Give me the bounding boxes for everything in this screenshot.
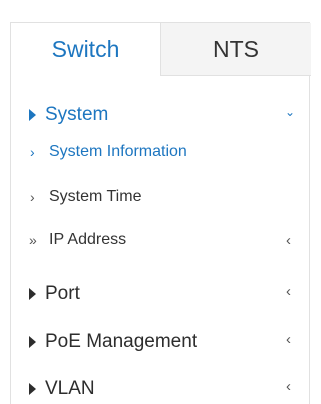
sidebar-item-port-label: Port — [45, 283, 80, 304]
chevron-left-icon: ‹ — [286, 378, 291, 395]
navigation-panel: Switch NTS System ⌄ › System Information… — [0, 0, 321, 404]
sidebar-menu: System ⌄ › System Information › System T… — [10, 76, 310, 404]
tab-bar: Switch NTS — [10, 22, 311, 76]
sidebar-subitem-system-time-label: System Time — [49, 188, 142, 205]
chevron-left-icon: ‹ — [286, 283, 291, 300]
sidebar-item-vlan[interactable]: VLAN ‹ — [11, 376, 309, 402]
sidebar-item-port[interactable]: Port ‹ — [11, 281, 309, 307]
tab-switch[interactable]: Switch — [11, 23, 161, 76]
chevron-left-icon: ‹ — [286, 331, 291, 348]
chevron-right-icon: › — [30, 144, 35, 160]
tab-nts-label: NTS — [213, 35, 259, 62]
triangle-right-icon — [29, 288, 36, 300]
sidebar-item-system[interactable]: System ⌄ — [11, 102, 309, 128]
chevron-right-icon: › — [30, 189, 35, 205]
triangle-right-icon — [29, 109, 36, 121]
chevron-down-icon: ⌄ — [284, 105, 295, 119]
double-chevron-right-icon: » — [29, 232, 37, 248]
sidebar-subitem-system-information-label: System Information — [49, 143, 187, 160]
triangle-right-icon — [29, 336, 36, 348]
sidebar-subitem-system-time[interactable]: › System Time — [11, 185, 309, 209]
triangle-right-icon — [29, 383, 36, 395]
chevron-left-icon: ‹ — [286, 232, 291, 249]
sidebar-subitem-system-information[interactable]: › System Information — [11, 140, 309, 164]
sidebar-item-vlan-label: VLAN — [45, 378, 95, 399]
sidebar-item-poe-management-label: PoE Management — [45, 331, 198, 352]
tab-nts[interactable]: NTS — [161, 23, 311, 76]
sidebar-item-system-label: System — [45, 104, 109, 125]
top-spacer — [0, 0, 321, 22]
tab-switch-label: Switch — [51, 36, 120, 62]
sidebar-subitem-ip-address[interactable]: » IP Address ‹ — [11, 228, 309, 252]
sidebar-subitem-ip-address-label: IP Address — [49, 231, 127, 248]
sidebar-item-poe-management[interactable]: PoE Management ‹ — [11, 329, 309, 355]
